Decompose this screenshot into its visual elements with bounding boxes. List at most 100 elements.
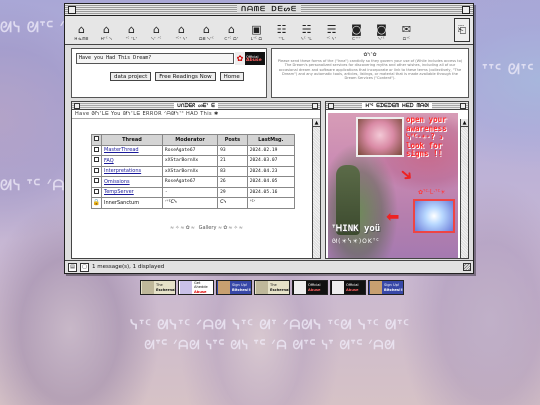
badge-abuse[interactable]: Get Ahedde Abuse [178, 280, 214, 295]
toolbar-item-label: ᓭᑦ ᐪᒪ [301, 36, 312, 41]
thread-link[interactable]: MasterThread [104, 147, 139, 153]
forum-scrollbar[interactable]: ▲ [312, 119, 320, 258]
art-titlebar[interactable]: ᕼᐪᑦ ᗴᗪᗴᗪᗴᗰ ᕼᗴᗪ ᗰᗩᘛ [326, 102, 468, 110]
row-checkbox[interactable] [91, 144, 102, 156]
thread-link[interactable]: FAQ [104, 158, 114, 164]
house-icon: ⌂ [178, 23, 185, 36]
thread-cell[interactable]: TempServer [101, 186, 163, 198]
forum-title: ᑌᑎᗪᗴᖇ ᔕᗴᐪ ᗴ [174, 103, 218, 109]
moderator-cell: RoseAgate67 [161, 176, 219, 188]
thread-cell[interactable]: MasterThread [101, 144, 163, 156]
toolbar-item[interactable]: ⌂ ᕼᐪᑦ ᓭ [94, 16, 119, 44]
house-icon: ⌂ [203, 23, 210, 36]
row-checkbox[interactable] [91, 186, 102, 198]
badge-eternal[interactable]: The Eschernal [254, 280, 290, 295]
lock-icon[interactable]: 🔒 [91, 197, 102, 209]
badge-image-icon [294, 281, 306, 294]
posts-cell: 83 [217, 165, 248, 177]
background-glyphs: ᘛᓭ ᘛᐪᑦ ᐟᗩᘛ [0, 20, 66, 36]
camera-icon: ◙ [376, 23, 387, 36]
table-row[interactable]: TempServer -29 2024.05.16 [91, 186, 296, 198]
think-text: ᐪᕼINK yoü [332, 224, 381, 234]
toolbar-item[interactable]: ⌂ ᓭᐪ ᐟᑦ [144, 16, 169, 44]
status-menu-icon[interactable]: ▤ [68, 262, 77, 272]
header-thread[interactable]: Thread [101, 134, 163, 146]
zoom-box-icon[interactable] [462, 5, 470, 14]
toolbar-item[interactable]: ⌂ ᐪᑦ ᐪᒪᐪ [119, 16, 144, 44]
header-lastmsg[interactable]: LastMsg. [246, 134, 296, 146]
toolbar-item[interactable]: ⌂ ᕼᓍᗰᗴ [69, 16, 94, 44]
art-title: ᕼᐪᑦ ᗴᗪᗴᗪᗴᗰ ᕼᗴᗪ ᗰᗩᘛ [362, 103, 432, 109]
data-project-button[interactable]: data project [110, 72, 152, 81]
status-text: 1 message(s), 1 displayed [92, 264, 165, 270]
header-select [91, 134, 102, 146]
close-box-icon[interactable] [68, 5, 76, 14]
table-row[interactable]: FAQ xXStarBornXx 21 2024.03.07 [91, 155, 296, 167]
badge-image-icon [180, 281, 192, 294]
thread-cell[interactable]: InnerSanctum [101, 197, 163, 209]
toolbar-item[interactable]: ⌂ ᑕᐪᑦ ᗩᐪ [219, 16, 244, 44]
toolbar-item[interactable]: ☷ ᐪᐪᒪ [269, 16, 294, 44]
resize-grip-icon[interactable] [463, 263, 471, 271]
header-moderator[interactable]: Moderator [161, 134, 219, 146]
toolbar-item[interactable]: ⌂ ᐪᑦᐪ ᓭᐪ [169, 16, 194, 44]
free-readings-button[interactable]: Free Readings Now [155, 72, 216, 81]
sparkle-image [413, 199, 455, 233]
forum-zoom-box-icon[interactable] [312, 102, 318, 109]
gallery-bar[interactable]: ≈✧≈✿≈ Gallery ≈✿≈✧≈ [152, 223, 262, 233]
row-checkbox[interactable] [91, 165, 102, 177]
table-row[interactable]: MasterThread RoseAgate67 93 2024.02.19 [91, 144, 296, 156]
flower-photo [356, 117, 404, 157]
thread-cell[interactable]: Interpretations [101, 165, 163, 177]
dream-search-input[interactable]: Have you Had This Dream? [76, 53, 234, 64]
table-row[interactable]: Interpretations xXStarBornXx 83 2024.04.23 [91, 165, 296, 177]
toolbar-item-label: ᐪᑦ ᓭᐪ [326, 36, 337, 41]
thread-link[interactable]: Interpretations [104, 168, 141, 174]
camera-icon: ◙ [351, 23, 362, 36]
art-zoom-box-icon[interactable] [460, 102, 466, 109]
table-row[interactable]: Omissions RoseAgate67 26 2024.04.05 [91, 176, 296, 188]
toolbar-item-label: ᑕᐪᐪᐪ [352, 36, 361, 41]
official-abuse-badge[interactable]: ✿ Official Abuse [235, 52, 265, 65]
lastmsg-cell: 2024.03.07 [246, 155, 296, 167]
info-pane: ✿ᓭᐪ✿ Please send these forms of the ("In… [271, 48, 469, 98]
art-scrollbar[interactable]: ▲ [460, 119, 468, 258]
home-icon: ⌂ [103, 23, 110, 36]
collage-image: open your awareness ᓭᐪᑦ·☀·? ↄ look for s… [328, 113, 458, 258]
gallery-link[interactable]: Gallery [199, 225, 217, 231]
home-icon: ⌂ [78, 23, 85, 36]
scroll-up-icon[interactable]: ▲ [461, 119, 468, 127]
forum-titlebar[interactable]: ᑌᑎᗪᗴᖇ ᔕᗴᐪ ᗴ [72, 102, 320, 110]
scroll-up-icon[interactable]: ▲ [313, 119, 320, 127]
status-window-icon[interactable]: ▢ [80, 262, 89, 272]
thread-cell[interactable]: FAQ [101, 155, 163, 167]
dream-search-pane: Have you Had This Dream? ✿ Official Abuse… [71, 48, 267, 98]
badge-eternal[interactable]: The Eschernal [140, 280, 176, 295]
badge-signup[interactable]: Sign Up! Bitches!!! [216, 280, 252, 295]
toolbar-item[interactable]: ✉ ᗩᐪᑦ [394, 16, 419, 44]
toolbar-item[interactable]: ◙ ᑕᐪᐪᐪ [344, 16, 369, 44]
badge-signup[interactable]: Sign Up! Bitches!!! [368, 280, 404, 295]
moderator-cell: - [161, 186, 219, 198]
toolbar-item[interactable]: ☴ ᐪᑦ ᓭᐪ [319, 16, 344, 44]
background-glyphs: ᐪᐪᑦ ᘛᐪᑦ [482, 62, 535, 78]
home-button[interactable]: Home [219, 72, 244, 81]
back-icon[interactable]: ⎗ [454, 18, 470, 42]
thread-link[interactable]: TempServer [104, 189, 134, 195]
row-checkbox[interactable] [91, 155, 102, 167]
badge-official[interactable]: Official Abuse [292, 280, 328, 295]
thread-cell[interactable]: Omissions [101, 176, 163, 188]
chat-icon: ☴ [326, 23, 337, 36]
table-row[interactable]: 🔒 InnerSanctum ᐟᐪᑦᑕᓭ ᑕᓭ ᐪᑦᐟ [91, 197, 296, 209]
toolbar-item[interactable]: ⌂ ᗩᗴ ᓭᐪᑦ [194, 16, 219, 44]
badge-image-icon: ✿ [235, 52, 245, 65]
toolbar-item[interactable]: ◙ ᓭᐪᑦ [369, 16, 394, 44]
toolbar-item[interactable]: ☵ ᓭᑦ ᐪᒪ [294, 16, 319, 44]
header-posts[interactable]: Posts [217, 134, 248, 146]
thread-link[interactable]: Omissions [104, 179, 130, 185]
window-titlebar[interactable]: ᑎᗩᗰᗴ ᗞᗴᔕᗴ [65, 4, 473, 16]
toolbar-item[interactable]: ▣ ᒪᐪᑦ ᗩ [244, 16, 269, 44]
badge-official[interactable]: Official Abuse [330, 280, 366, 295]
badge-image-icon [370, 281, 382, 294]
row-checkbox[interactable] [91, 176, 102, 188]
